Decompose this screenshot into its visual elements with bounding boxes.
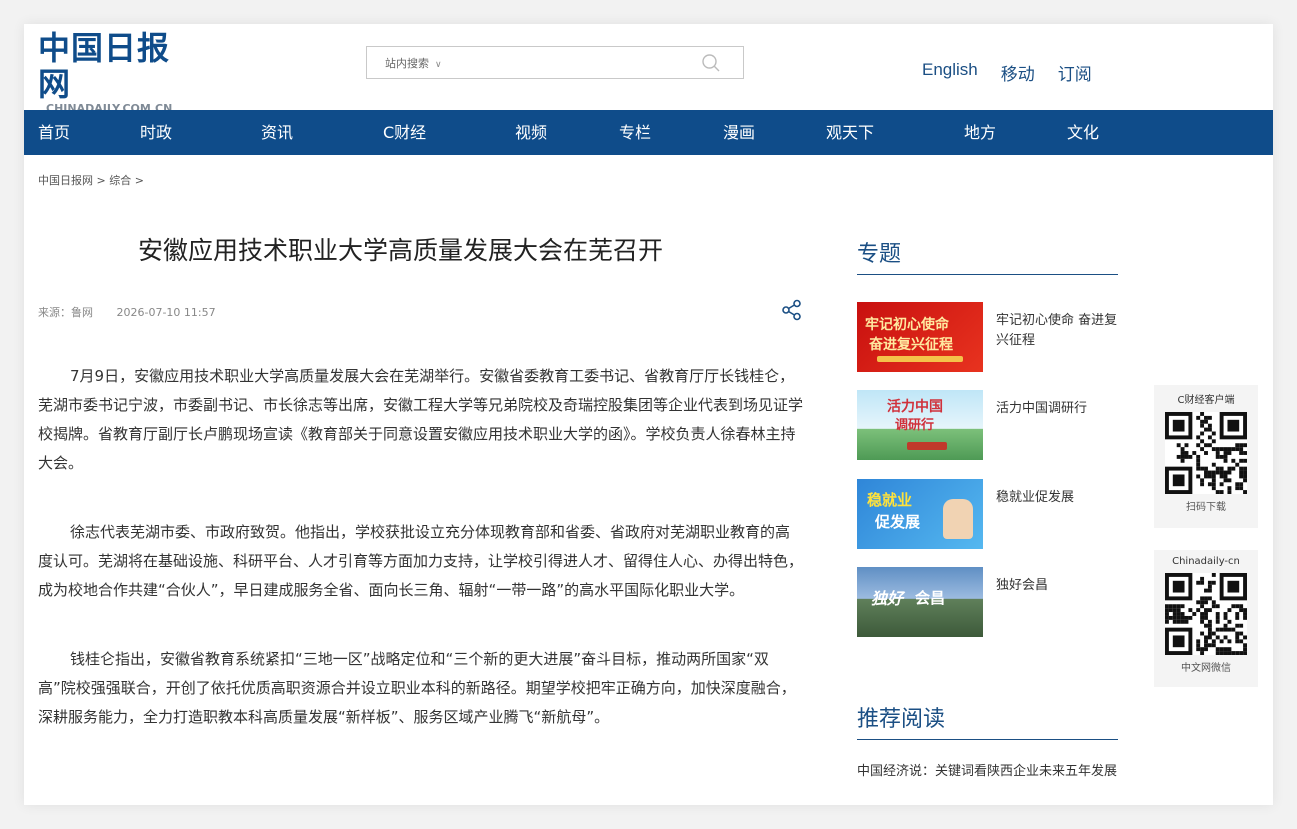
qr-card-app: C财经客户端 扫码下载 xyxy=(1154,385,1258,528)
search-input[interactable] xyxy=(467,51,687,74)
search-icon[interactable] xyxy=(701,53,721,73)
nav-item-comics[interactable]: 漫画 xyxy=(723,123,755,143)
breadcrumb-separator: > xyxy=(134,174,144,187)
article-source: 来源：鲁网 xyxy=(38,306,93,319)
qr-code-icon xyxy=(1165,412,1247,494)
thumbnail-figure xyxy=(943,499,973,539)
breadcrumb: 中国日报网 > 综合 > xyxy=(38,172,144,188)
qr-code-icon xyxy=(1165,573,1247,655)
nav-item-local[interactable]: 地方 xyxy=(964,123,996,143)
qr-card-wechat: Chinadaily-cn 中文网微信 xyxy=(1154,550,1258,687)
article-paragraph: 徐志代表芜湖市委、市政府致贺。他指出，学校获批设立充分体现教育部和省委、省政府对… xyxy=(38,523,804,599)
thumbnail-text: 活力中国 xyxy=(887,399,943,415)
article-title: 安徽应用技术职业大学高质量发展大会在芜召开 xyxy=(138,236,664,265)
topic-thumbnail: 牢记初心使命 奋进复兴征程 xyxy=(857,302,983,372)
nav-item-home[interactable]: 首页 xyxy=(38,123,70,143)
topic-caption: 独好会昌 xyxy=(996,578,1049,593)
share-icon[interactable] xyxy=(781,299,803,321)
thumbnail-text: 奋进复兴征程 xyxy=(869,337,953,353)
thumbnail-text: 牢记初心使命 xyxy=(865,317,949,333)
thumbnail-ribbon xyxy=(877,356,963,362)
topic-caption: 稳就业促发展 xyxy=(996,490,1075,505)
nav-item-world[interactable]: 观天下 xyxy=(826,123,874,143)
search-scope-dropdown[interactable]: 站内搜索 ∨ xyxy=(385,55,442,71)
topic-caption: 牢记初心使命 奋进复兴征程 xyxy=(996,313,1118,348)
top-links: English 移动 订阅 xyxy=(922,60,1092,85)
thumbnail-text: 稳就业 xyxy=(867,491,913,509)
qr-footer: 中文网微信 xyxy=(1181,663,1231,674)
breadcrumb-section[interactable]: 综合 xyxy=(109,174,131,187)
page: 中国日报网 CHINADAILY.COM.CN 站内搜索 ∨ English 移动… xyxy=(24,24,1273,805)
topic-thumbnail: 独好 会昌 xyxy=(857,567,983,637)
breadcrumb-separator: > xyxy=(96,174,106,187)
topic-thumbnail: 稳就业 促发展 xyxy=(857,479,983,549)
article-meta: 来源：鲁网 2026-07-10 11:57 xyxy=(38,304,216,320)
link-english[interactable]: English xyxy=(922,60,978,85)
nav-item-video[interactable]: 视频 xyxy=(515,123,547,143)
chevron-down-icon: ∨ xyxy=(435,60,442,70)
thumbnail-text: 促发展 xyxy=(875,513,921,531)
topic-item[interactable]: 独好 会昌 独好会昌 xyxy=(857,567,1127,637)
article-paragraph: 7月9日，安徽应用技术职业大学高质量发展大会在芜湖举行。安徽省委教育工委书记、省… xyxy=(38,367,804,472)
logo-text-cn: 中国日报网 xyxy=(38,29,171,103)
nav-item-news[interactable]: 资讯 xyxy=(261,123,293,143)
topic-item[interactable]: 稳就业 促发展 稳就业促发展 xyxy=(857,479,1127,549)
nav-item-culture[interactable]: 文化 xyxy=(1067,123,1099,143)
breadcrumb-home[interactable]: 中国日报网 xyxy=(38,174,93,187)
thumbnail-text: 会昌 xyxy=(915,589,946,607)
thumbnail-text: 调研行 xyxy=(895,418,935,433)
link-subscribe[interactable]: 订阅 xyxy=(1058,60,1092,85)
link-mobile[interactable]: 移动 xyxy=(1001,60,1035,85)
recommend-heading: 推荐阅读 xyxy=(857,701,1118,740)
article-paragraph: 钱桂仑指出，安徽省教育系统紧扣“三地一区”战略定位和“三个新的更大进展”奋斗目标… xyxy=(38,650,796,726)
thumbnail-text: 独好 xyxy=(871,589,904,608)
qr-label: Chinadaily-cn xyxy=(1172,556,1240,567)
topics-heading: 专题 xyxy=(857,236,1118,275)
topic-item[interactable]: 牢记初心使命 奋进复兴征程 牢记初心使命 奋进复兴征程 xyxy=(857,302,1127,372)
thumbnail-train xyxy=(907,442,947,450)
nav-item-finance[interactable]: C财经 xyxy=(383,123,426,143)
nav-item-column[interactable]: 专栏 xyxy=(619,123,651,143)
article-body: 7月9日，安徽应用技术职业大学高质量发展大会在芜湖举行。安徽省委教育工委书记、省… xyxy=(38,362,804,772)
search-box: 站内搜索 ∨ xyxy=(366,46,744,79)
topic-caption: 活力中国调研行 xyxy=(996,401,1088,416)
qr-label: C财经客户端 xyxy=(1177,395,1235,406)
nav-item-politics[interactable]: 时政 xyxy=(140,123,172,143)
recommend-item[interactable]: 中国经济说：关键词看陕西企业未来五年发展 xyxy=(857,761,1122,783)
topic-item[interactable]: 活力中国 调研行 活力中国调研行 xyxy=(857,390,1127,460)
search-scope-label: 站内搜索 xyxy=(385,57,429,70)
article-date: 2026-07-10 11:57 xyxy=(116,306,216,319)
site-logo[interactable]: 中国日报网 CHINADAILY.COM.CN xyxy=(38,30,198,115)
topic-thumbnail: 活力中国 调研行 xyxy=(857,390,983,460)
main-nav: 首页 时政 资讯 C财经 视频 专栏 漫画 观天下 地方 文化 xyxy=(24,110,1273,155)
qr-footer: 扫码下载 xyxy=(1186,502,1226,513)
